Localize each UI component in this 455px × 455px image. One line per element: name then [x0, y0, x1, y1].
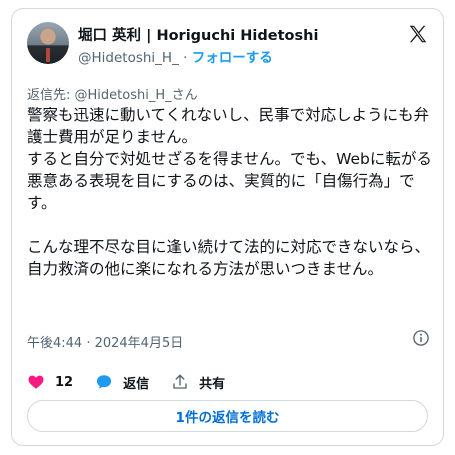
x-logo-icon[interactable]: [407, 23, 429, 45]
reply-to-prefix: 返信先:: [27, 88, 75, 103]
reply-label: 返信: [123, 376, 150, 392]
share-icon: [173, 374, 187, 389]
reply-to-line: 返信先: @Hidetoshi_H_さん: [27, 84, 198, 103]
share-label: 共有: [199, 376, 226, 392]
tweet-text: 警察も迅速に動いてくれないし、民事で対応しようにも弁護士費用が足りません。 する…: [27, 106, 432, 278]
author-handle-row: @Hidetoshi_H_ · フォローする: [78, 46, 273, 66]
like-button[interactable]: 12: [27, 373, 73, 391]
speech-bubble-icon: [96, 375, 112, 389]
share-button[interactable]: 共有: [171, 373, 225, 392]
info-icon[interactable]: [412, 329, 430, 347]
reply-button[interactable]: 返信: [95, 373, 149, 392]
action-bar: 12 返信 共有: [27, 372, 247, 392]
separator-dot: ·: [183, 50, 188, 66]
timestamp[interactable]: 午後4:44 · 2024年4月5日: [27, 332, 183, 351]
author-handle[interactable]: @Hidetoshi_H_: [78, 50, 179, 66]
reply-to-handle[interactable]: @Hidetoshi_H_さん: [75, 88, 198, 103]
heart-icon: [28, 375, 44, 389]
avatar[interactable]: [27, 22, 69, 64]
follow-button[interactable]: フォローする: [192, 50, 273, 66]
author-name[interactable]: 堀口 英利 | Horiguchi Hidetoshi: [78, 24, 318, 45]
like-count: 12: [55, 374, 74, 390]
read-replies-button[interactable]: 1件の返信を読む: [27, 400, 428, 432]
tweet-card: 堀口 英利 | Horiguchi Hidetoshi @Hidetoshi_H…: [11, 8, 444, 446]
